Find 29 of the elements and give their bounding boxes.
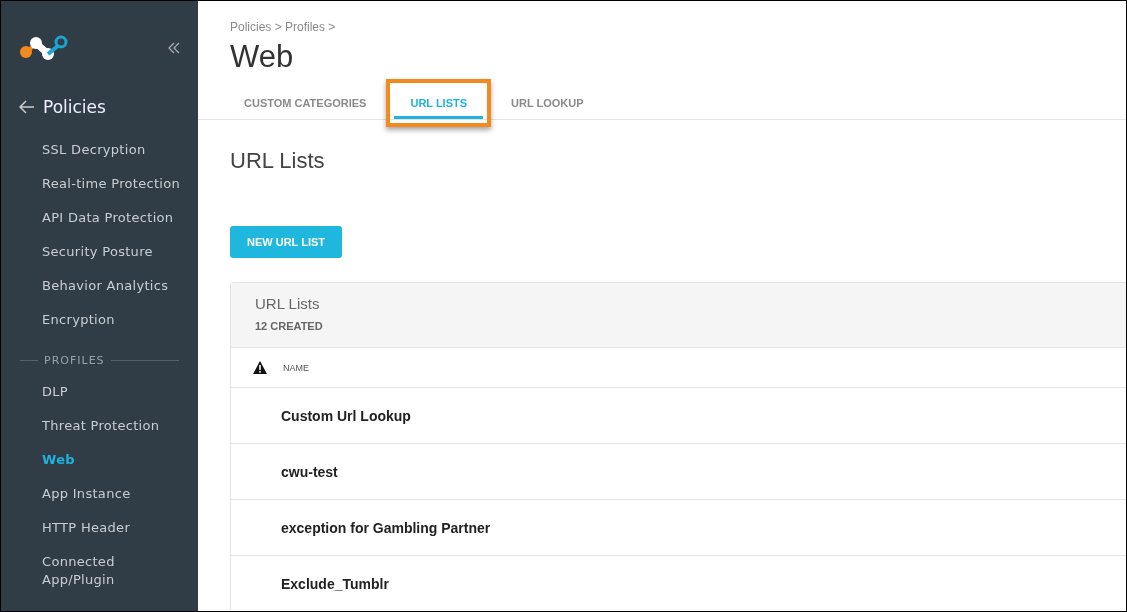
tab[interactable]: CUSTOM CATEGORIES: [228, 87, 383, 119]
logo-icon: [18, 33, 68, 63]
table-cell[interactable]: Exclude_Tumblr: [281, 575, 389, 592]
sidebar-item[interactable]: API Data Protection: [1, 201, 187, 235]
sidebar-item[interactable]: Connected App/Plugin: [1, 545, 187, 589]
sidebar-item[interactable]: Security Posture: [1, 235, 187, 269]
table-cell[interactable]: Custom Url Lookup: [281, 407, 411, 424]
sidebar-item[interactable]: Encryption: [1, 303, 187, 337]
section-label: PROFILES: [44, 353, 105, 367]
sidebar-item[interactable]: HTTP Header: [1, 511, 187, 545]
page-title: Web: [230, 39, 295, 75]
warning-icon: [253, 361, 267, 374]
back-arrow-icon[interactable]: [19, 100, 35, 114]
breadcrumb[interactable]: Policies > Profiles >: [230, 20, 336, 34]
collapse-icon[interactable]: [168, 42, 180, 54]
table-cell[interactable]: cwu-test: [281, 463, 338, 480]
sidebar-item[interactable]: Behavior Analytics: [1, 269, 187, 303]
sidebar-item[interactable]: SSL Decryption: [1, 133, 187, 167]
card-title: URL Lists: [255, 295, 320, 312]
section-title: URL Lists: [230, 148, 326, 174]
sidebar-item[interactable]: Web: [1, 443, 187, 477]
sidebar-item[interactable]: Real-time Protection: [1, 167, 187, 201]
sidebar-item[interactable]: App Instance: [1, 477, 187, 511]
column-header[interactable]: NAME: [283, 362, 309, 373]
sidebar-item[interactable]: DLP: [1, 375, 187, 409]
table-cell[interactable]: exception for Gambling Partner: [281, 519, 491, 536]
back-link[interactable]: Policies: [19, 97, 106, 117]
sidebar-item[interactable]: Threat Protection: [1, 409, 187, 443]
created-count: 12 CREATED: [255, 320, 323, 332]
